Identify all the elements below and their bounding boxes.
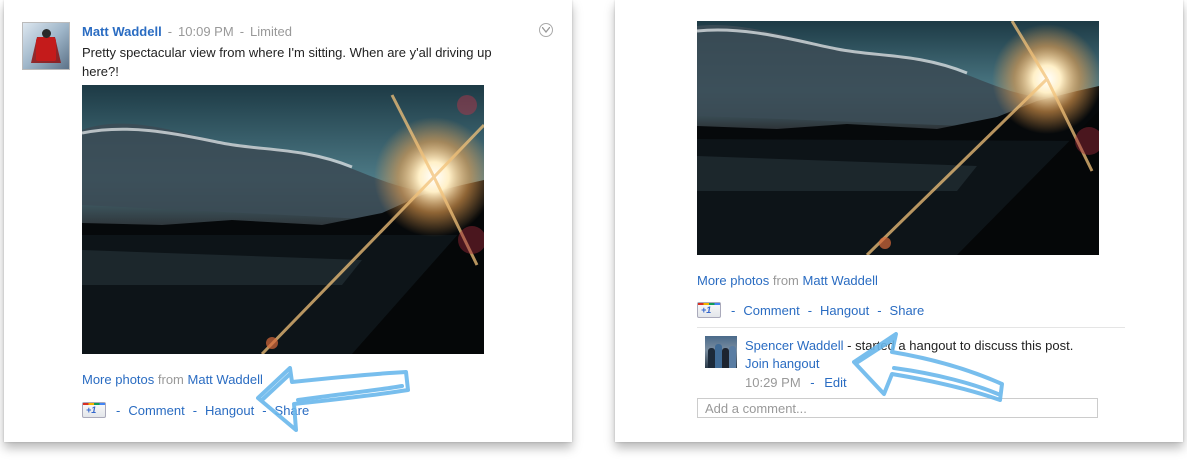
comment-input[interactable] bbox=[697, 398, 1098, 418]
post-text: Pretty spectacular view from where I'm s… bbox=[82, 45, 492, 79]
hangout-user-link[interactable]: Spencer Waddell bbox=[745, 338, 844, 353]
more-photos-line: More photos from Matt Waddell bbox=[82, 372, 263, 387]
hangout-activity: Spencer Waddell - started a hangout to d… bbox=[745, 337, 1073, 373]
more-photos-link[interactable]: More photos bbox=[697, 273, 769, 288]
more-photos-link[interactable]: More photos bbox=[82, 372, 154, 387]
hangout-link[interactable]: Hangout bbox=[820, 303, 869, 318]
from-author-link[interactable]: Matt Waddell bbox=[188, 372, 263, 387]
from-author-link[interactable]: Matt Waddell bbox=[803, 273, 878, 288]
right-post-card: More photos from Matt Waddell +1 - Comme… bbox=[615, 0, 1183, 442]
hangout-activity-text: - started a hangout to discuss this post… bbox=[847, 338, 1074, 353]
post-time[interactable]: 10:09 PM bbox=[178, 24, 234, 39]
hangout-link[interactable]: Hangout bbox=[205, 403, 254, 418]
hangout-time: 10:29 PM bbox=[745, 375, 801, 390]
action-separator: - bbox=[877, 302, 882, 318]
post-photo[interactable] bbox=[697, 21, 1099, 255]
plusone-icon: +1 bbox=[86, 405, 97, 415]
post-photo[interactable] bbox=[82, 85, 484, 354]
post-actions: +1 - Comment - Hangout - Share bbox=[697, 302, 924, 318]
header-separator: - bbox=[167, 24, 173, 39]
join-hangout-link[interactable]: Join hangout bbox=[745, 356, 819, 371]
chevron-down-icon bbox=[542, 27, 550, 33]
from-label: from bbox=[772, 273, 799, 288]
section-divider bbox=[697, 327, 1125, 328]
hangout-meta: 10:29 PM - Edit bbox=[745, 375, 847, 390]
comment-link[interactable]: Comment bbox=[128, 403, 184, 418]
post-actions: +1 - Comment - Hangout - Share bbox=[82, 402, 309, 418]
share-link[interactable]: Share bbox=[275, 403, 310, 418]
meta-separator: - bbox=[810, 375, 815, 390]
comment-link[interactable]: Comment bbox=[743, 303, 799, 318]
plusone-button[interactable]: +1 bbox=[697, 302, 721, 318]
post-header: Matt Waddell -10:09 PM - Limited bbox=[82, 24, 292, 39]
author-avatar[interactable] bbox=[22, 22, 70, 70]
header-separator: - bbox=[239, 24, 245, 39]
edit-link[interactable]: Edit bbox=[824, 375, 846, 390]
left-post-card: Matt Waddell -10:09 PM - Limited Pretty spe… bbox=[4, 0, 572, 442]
action-separator: - bbox=[262, 402, 267, 418]
more-photos-line: More photos from Matt Waddell bbox=[697, 273, 878, 288]
post-visibility[interactable]: Limited bbox=[250, 24, 292, 39]
share-link[interactable]: Share bbox=[890, 303, 925, 318]
action-separator: - bbox=[807, 302, 813, 318]
from-label: from bbox=[157, 372, 184, 387]
action-separator: - bbox=[116, 402, 121, 418]
action-separator: - bbox=[192, 402, 198, 418]
author-name[interactable]: Matt Waddell bbox=[82, 24, 162, 39]
plusone-button[interactable]: +1 bbox=[82, 402, 106, 418]
action-separator: - bbox=[731, 302, 736, 318]
post-menu-button[interactable] bbox=[539, 23, 553, 37]
hangout-user-avatar[interactable] bbox=[705, 336, 737, 368]
plusone-icon: +1 bbox=[701, 305, 712, 315]
